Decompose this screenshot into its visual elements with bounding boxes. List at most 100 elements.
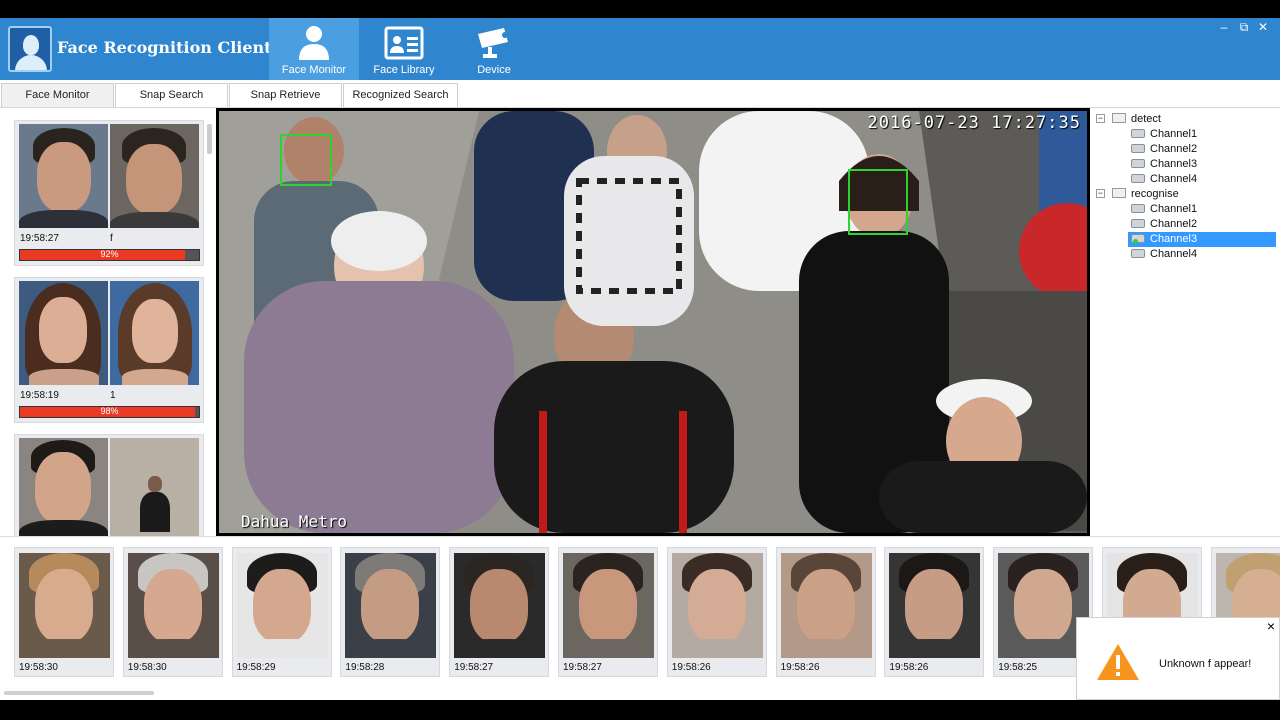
snapshot-photo <box>345 553 437 658</box>
match-id: f <box>110 233 113 244</box>
camera-icon <box>478 28 508 58</box>
similarity-bar: 92% <box>19 249 200 261</box>
snapshot-photo <box>454 553 546 658</box>
snapshot-photo <box>889 553 981 658</box>
snapshot-time: 19:58:27 <box>454 662 494 673</box>
snapshot-photo <box>19 281 108 385</box>
snapshot-photo <box>563 553 654 658</box>
match-id: 1 <box>110 390 116 401</box>
tree-channel[interactable]: Channel1 <box>1131 202 1197 217</box>
title-bar: Face Recognition Client Face Monitor Fac… <box>0 18 1280 80</box>
nav-device[interactable]: Device <box>449 18 539 80</box>
channel-label: Channel3 <box>1150 233 1198 245</box>
snapshot-time: 19:58:26 <box>671 662 711 673</box>
app-logo-icon <box>8 26 52 72</box>
snapshot-time: 19:58:30 <box>19 662 58 673</box>
snapshot-time: 19:58:27 <box>563 662 602 673</box>
recognition-card[interactable] <box>14 434 204 536</box>
snapshot-card[interactable]: 19:58:27 <box>558 547 658 677</box>
snapshot-time: 19:58:26 <box>889 662 929 673</box>
close-window-button[interactable]: ✕ <box>1255 20 1271 34</box>
similarity-text: 98% <box>100 406 119 416</box>
camera-icon <box>1131 144 1145 153</box>
tab-bar: Face Monitor Snap Search Snap Retrieve R… <box>0 80 1280 108</box>
id-card-icon <box>384 26 424 60</box>
tree-channel[interactable]: Channel4 <box>1131 172 1197 187</box>
camera-icon <box>1131 174 1145 183</box>
warning-icon <box>1097 644 1139 680</box>
minimize-button[interactable]: – <box>1216 20 1232 34</box>
channel-label: Channel1 <box>1150 128 1198 140</box>
expander-detect[interactable]: − <box>1096 114 1105 123</box>
nav-label: Face Library <box>373 64 435 76</box>
channel-label: Channel4 <box>1150 173 1198 185</box>
snapshot-time: 19:58:30 <box>127 662 167 673</box>
app-title: Face Recognition Client <box>57 38 272 57</box>
snapshot-card[interactable]: 19:58:27 <box>449 547 550 677</box>
camera-icon <box>1131 129 1145 138</box>
snapshot-card[interactable]: 19:58:26 <box>775 547 876 677</box>
tree-channel[interactable]: Channel2 <box>1131 142 1197 157</box>
expander-recognise[interactable]: − <box>1096 189 1105 198</box>
notification-popup: × Unknown f appear! <box>1076 617 1280 700</box>
snapshot-card[interactable]: 19:58:26 <box>666 547 767 677</box>
tree-channel[interactable]: Channel4 <box>1131 247 1197 262</box>
nav-label: Face Monitor <box>281 64 347 76</box>
snapshot-time: 19:58:28 <box>345 662 385 673</box>
tab-snap-retrieve[interactable]: Snap Retrieve <box>229 83 342 107</box>
list-scrollbar[interactable] <box>207 124 212 154</box>
camera-icon <box>1131 249 1145 258</box>
video-timestamp: 2016-07-23 17:27:35 <box>867 113 1081 133</box>
video-frame <box>219 111 1087 533</box>
channel-label: Channel2 <box>1150 218 1198 230</box>
tree-group-recognise[interactable]: recognise <box>1112 187 1179 202</box>
tree-channel-selected[interactable]: Channel3 <box>1128 232 1276 247</box>
strip-scrollbar[interactable] <box>4 691 154 695</box>
tab-recognized-search[interactable]: Recognized Search <box>343 83 458 107</box>
snapshot-time: 19:58:26 <box>780 662 820 673</box>
snapshot-card[interactable]: 19:58:29 <box>231 547 332 677</box>
nav-label: Device <box>477 64 511 76</box>
tab-face-monitor[interactable]: Face Monitor <box>1 83 114 107</box>
tree-group-detect[interactable]: detect <box>1112 112 1161 127</box>
snapshot-photo <box>127 553 219 658</box>
snapshot-photo <box>780 553 872 658</box>
snapshot-photo <box>19 438 108 536</box>
snapshot-card[interactable]: 19:58:30 <box>122 547 223 677</box>
recognition-list[interactable]: 19:58:27 f 92% 19:58:19 1 98% <box>0 108 216 536</box>
tree-channel[interactable]: Channel2 <box>1131 217 1197 232</box>
tree-channel[interactable]: Channel1 <box>1131 127 1197 142</box>
match-time: 19:58:19 <box>20 390 59 401</box>
device-tree[interactable]: − detect Channel1 Channel2 Channel3 Chan… <box>1090 108 1280 536</box>
library-photo <box>110 124 199 228</box>
tree-channel[interactable]: Channel3 <box>1131 157 1197 172</box>
group-label: recognise <box>1131 188 1179 200</box>
top-black-strip <box>0 0 1280 18</box>
channel-label: Channel2 <box>1150 143 1198 155</box>
notification-message: Unknown f appear! <box>1159 658 1252 670</box>
similarity-bar: 98% <box>19 406 200 418</box>
snapshot-card[interactable]: 19:58:30 <box>14 547 114 677</box>
channel-label: Channel4 <box>1150 248 1198 260</box>
folder-icon <box>1112 113 1126 123</box>
recognition-card[interactable]: 19:58:19 1 98% <box>14 277 204 423</box>
channel-label: Channel1 <box>1150 203 1198 215</box>
library-photo <box>110 438 199 536</box>
notification-close-button[interactable]: × <box>1267 618 1275 634</box>
snapshot-photo <box>236 553 328 658</box>
video-feed[interactable]: 2016-07-23 17:27:35 Dahua Metro <box>219 111 1087 533</box>
snapshot-card[interactable]: 19:58:28 <box>340 547 441 677</box>
bottom-black-strip <box>0 700 1280 720</box>
recognition-card[interactable]: 19:58:27 f 92% <box>14 120 204 266</box>
restore-button[interactable]: ⧉ <box>1236 20 1252 35</box>
tab-snap-search[interactable]: Snap Search <box>115 83 228 107</box>
folder-icon <box>1112 188 1126 198</box>
face-detection-box <box>848 169 908 235</box>
app-window: Face Recognition Client Face Monitor Fac… <box>0 0 1280 720</box>
camera-icon <box>1131 159 1145 168</box>
nav-face-monitor[interactable]: Face Monitor <box>269 18 359 80</box>
camera-icon <box>1131 219 1145 228</box>
nav-face-library[interactable]: Face Library <box>359 18 449 80</box>
similarity-text: 92% <box>100 249 119 259</box>
snapshot-card[interactable]: 19:58:26 <box>884 547 985 677</box>
